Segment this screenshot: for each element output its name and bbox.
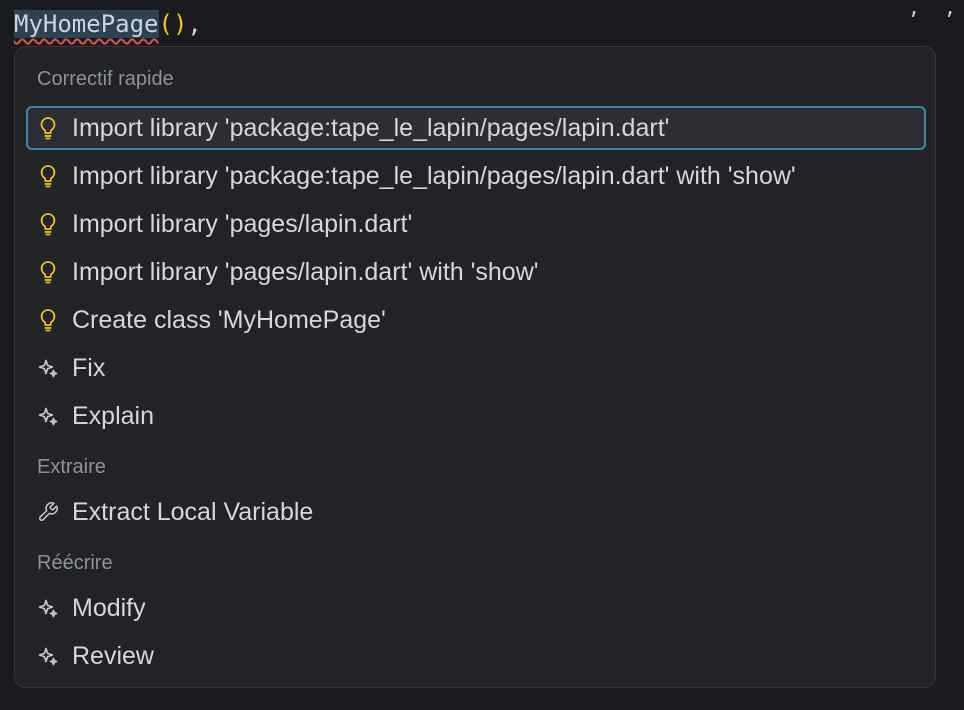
clipped-code-glyph: , bbox=[944, 0, 957, 19]
lightbulb-icon bbox=[36, 260, 60, 284]
menu-item-label: Explain bbox=[72, 402, 154, 430]
menu-item-explain[interactable]: Explain bbox=[26, 394, 926, 438]
menu-item-import-pages-lapin[interactable]: Import library 'pages/lapin.dart' bbox=[26, 202, 926, 246]
section-header-extract: Extraire bbox=[37, 456, 106, 478]
lightbulb-icon bbox=[36, 308, 60, 332]
menu-item-extract-local-variable[interactable]: Extract Local Variable bbox=[26, 490, 926, 534]
lightbulb-icon bbox=[36, 212, 60, 236]
menu-item-label: Modify bbox=[72, 594, 146, 622]
code-line: MyHomePage(), bbox=[14, 6, 202, 42]
menu-item-review[interactable]: Review bbox=[26, 634, 926, 678]
menu-item-label: Create class 'MyHomePage' bbox=[72, 306, 386, 334]
sparkle-icon bbox=[36, 404, 60, 428]
code-comma: , bbox=[187, 10, 202, 38]
lightbulb-icon bbox=[36, 164, 60, 188]
code-actions-menu: Correctif rapide Import library 'package… bbox=[14, 46, 936, 688]
menu-item-label: Import library 'package:tape_le_lapin/pa… bbox=[72, 162, 796, 190]
wrench-icon bbox=[36, 500, 60, 524]
menu-item-create-class[interactable]: Create class 'MyHomePage' bbox=[26, 298, 926, 342]
menu-item-label: Import library 'package:tape_le_lapin/pa… bbox=[72, 114, 670, 142]
lightbulb-icon bbox=[36, 116, 60, 140]
sparkle-icon bbox=[36, 596, 60, 620]
menu-item-label: Import library 'pages/lapin.dart' bbox=[72, 210, 413, 238]
section-header-rewrite: Réécrire bbox=[37, 552, 113, 574]
menu-item-fix[interactable]: Fix bbox=[26, 346, 926, 390]
clipped-code-glyph: , bbox=[908, 0, 921, 19]
menu-item-import-package-lapin-show[interactable]: Import library 'package:tape_le_lapin/pa… bbox=[26, 154, 926, 198]
menu-item-import-package-lapin[interactable]: Import library 'package:tape_le_lapin/pa… bbox=[26, 106, 926, 150]
code-parens: () bbox=[158, 10, 188, 38]
code-identifier[interactable]: MyHomePage bbox=[14, 10, 159, 38]
menu-item-label: Import library 'pages/lapin.dart' with '… bbox=[72, 258, 539, 286]
sparkle-icon bbox=[36, 644, 60, 668]
menu-item-label: Extract Local Variable bbox=[72, 498, 314, 526]
menu-item-label: Review bbox=[72, 642, 154, 670]
menu-item-import-pages-lapin-show[interactable]: Import library 'pages/lapin.dart' with '… bbox=[26, 250, 926, 294]
menu-item-label: Fix bbox=[72, 354, 106, 382]
menu-item-modify[interactable]: Modify bbox=[26, 586, 926, 630]
sparkle-icon bbox=[36, 356, 60, 380]
section-header-quick-fix: Correctif rapide bbox=[37, 68, 174, 90]
